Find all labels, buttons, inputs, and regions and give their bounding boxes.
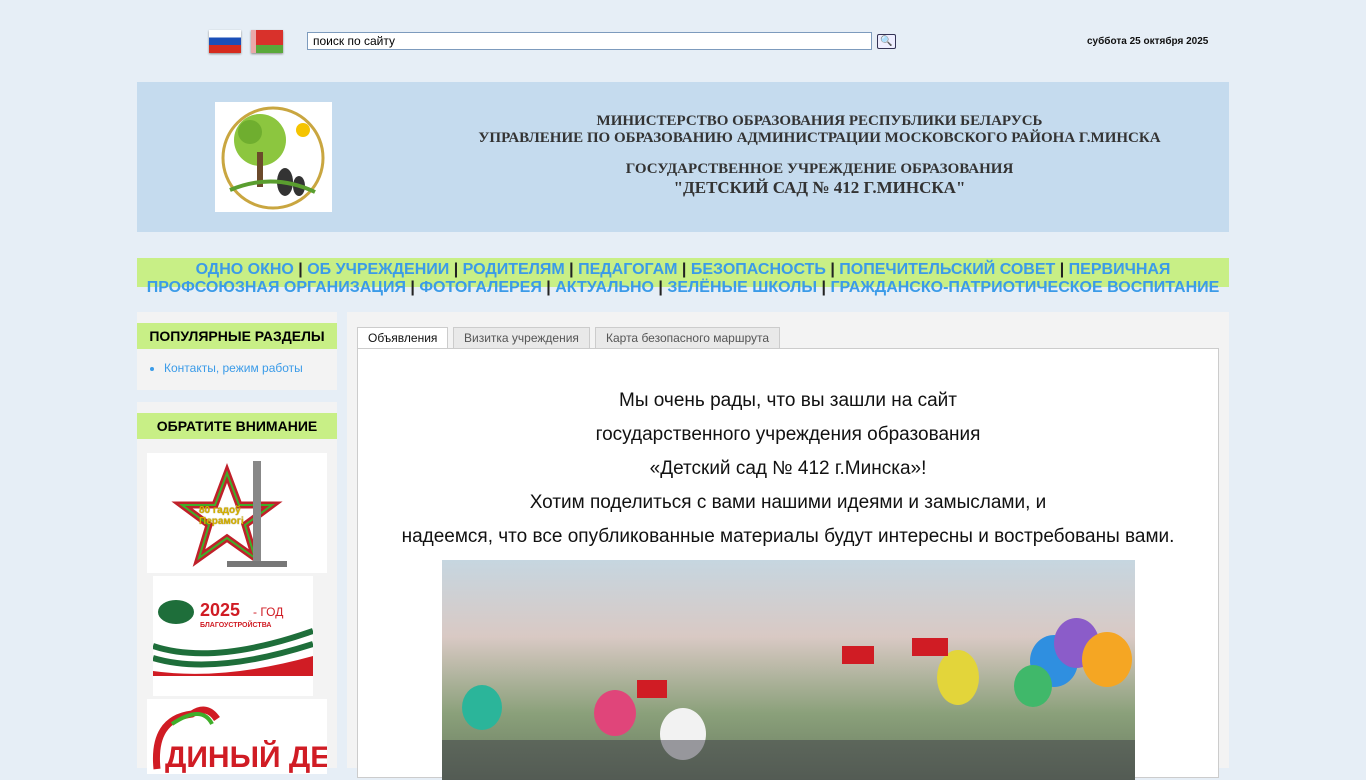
search-input[interactable] [307,32,872,50]
site-header: МИНИСТЕРСТВО ОБРАЗОВАНИЯ РЕСПУБЛИКИ БЕЛА… [137,82,1229,232]
header-department: УПРАВЛЕНИЕ ПО ОБРАЗОВАНИЮ АДМИНИСТРАЦИИ … [478,130,1161,146]
russian-flag[interactable] [209,30,241,53]
popular-sections: ПОПУЛЯРНЫЕ РАЗДЕЛЫ Контакты, режим работ… [137,312,337,390]
header-ministry: МИНИСТЕРСТВО ОБРАЗОВАНИЯ РЕСПУБЛИКИ БЕЛА… [596,113,1043,129]
svg-text:ДИНЫЙ ДЕНЬ: ДИНЫЙ ДЕНЬ [165,740,327,774]
menu-item[interactable]: ГРАЖДАНСКО-ПАТРИОТИЧЕСКОЕ ВОСПИТАНИЕ [830,279,1219,296]
menu-separator: | [653,279,668,296]
welcome-text: государственного учреждения образования [595,424,981,445]
tab-institution-card[interactable]: Визитка учреждения [453,327,590,349]
belarus-flag[interactable] [251,30,283,53]
welcome-text: надеемся, что все опубликованные материа… [401,526,1175,547]
header-institution-name: "ДЕТСКИЙ САД № 412 Г.МИНСКА" [673,178,966,197]
welcome-text: Хотим поделиться с вами нашими идеями и … [529,492,1047,513]
welcome-text: Мы очень рады, что вы зашли на сайт [619,390,957,411]
tab-panel: Мы очень рады, что вы зашли на сайт госу… [357,348,1219,780]
menu-item[interactable]: РОДИТЕЛЯМ [463,261,565,278]
menu-item[interactable]: ФОТОГАЛЕРЕЯ [419,279,541,296]
attention-title: ОБРАТИТЕ ВНИМАНИЕ [137,413,337,439]
victory-banner[interactable]: 80 гадоў Перамогі [147,453,327,573]
sidebar-link[interactable]: Контакты, режим работы [164,361,303,375]
current-date: суббота 25 октября 2025 [1087,36,1209,47]
menu-separator: | [293,261,308,278]
header-institution-type: ГОСУДАРСТВЕННОЕ УЧРЕЖДЕНИЕ ОБРАЗОВАНИЯ [625,161,1014,177]
menu-separator: | [1055,261,1069,278]
menu-item[interactable]: ПЕДАГОГАМ [578,261,677,278]
menu-separator: | [817,279,831,296]
menu-separator: | [677,261,691,278]
sidebar-item-contacts[interactable]: Контакты, режим работы [164,361,337,375]
year-banner[interactable]: 2025 - ГОД БЛАГОУСТРОЙСТВА [153,576,313,696]
menu-separator: | [541,279,556,296]
welcome-text: «Детский сад № 412 г.Минска»! [649,458,927,479]
main-menu: ОДНО ОКНО | ОБ УЧРЕЖДЕНИИ | РОДИТЕЛЯМ | … [137,261,1229,297]
menu-separator: | [564,261,579,278]
unified-day-banner[interactable]: ДИНЫЙ ДЕНЬ [147,699,327,774]
popular-sections-title: ПОПУЛЯРНЫЕ РАЗДЕЛЫ [137,323,337,349]
tab-announcements[interactable]: Объявления [357,327,449,350]
magnifier-icon: 🔍 [880,36,893,47]
main-content: Объявления Визитка учреждения Карта безо… [347,312,1229,780]
menu-separator: | [449,261,463,278]
svg-text:БЛАГОУСТРОЙСТВА: БЛАГОУСТРОЙСТВА [200,620,271,629]
menu-item[interactable]: ЗЕЛЁНЫЕ ШКОЛЫ [667,279,817,296]
menu-item[interactable]: ОБ УЧРЕЖДЕНИИ [307,261,449,278]
menu-item[interactable]: ПОПЕЧИТЕЛЬСКИЙ СОВЕТ [839,261,1055,278]
menu-item[interactable]: БЕЗОПАСНОСТЬ [691,261,826,278]
menu-item[interactable]: АКТУАЛЬНО [555,279,654,296]
children-photo [442,560,1135,780]
menu-separator: | [405,279,420,296]
search-button[interactable]: 🔍 [877,34,896,49]
svg-text:- ГОД: - ГОД [253,605,283,619]
attention-section: ОБРАТИТЕ ВНИМАНИЕ 80 гадоў Перамогі 2025… [137,402,337,774]
kindergarten-logo[interactable] [215,102,332,212]
tab-safe-route-map[interactable]: Карта безопасного маршрута [595,327,781,349]
menu-separator: | [825,261,840,278]
year-banner-year: 2025 [200,600,240,620]
victory-banner-text: 80 гадоў Перамогі [199,505,244,527]
menu-item[interactable]: ОДНО ОКНО [196,261,294,278]
